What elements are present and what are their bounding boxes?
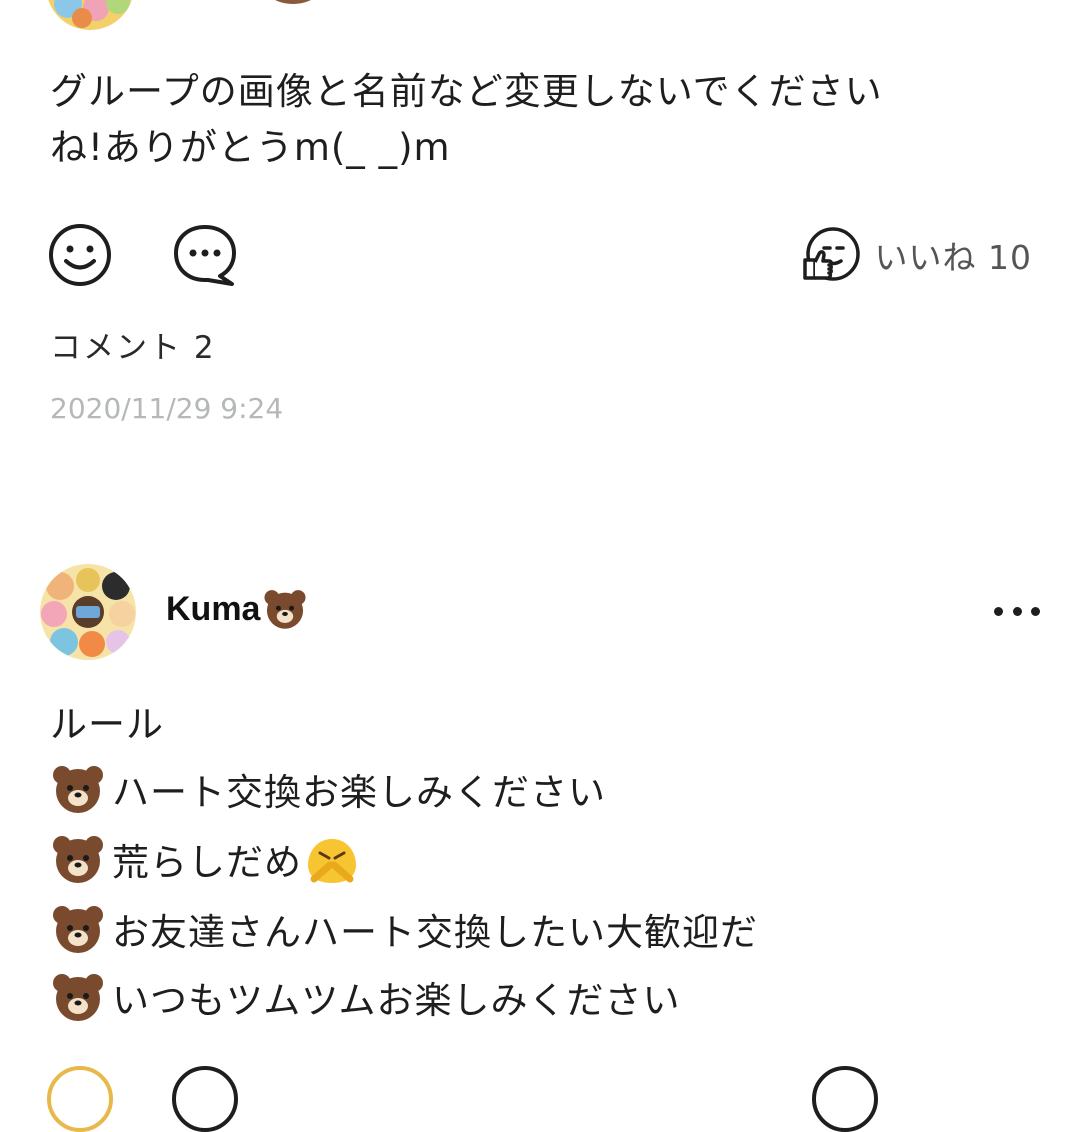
more-dot	[1031, 606, 1040, 616]
thumbs-up-face-icon	[802, 227, 860, 281]
rule-text: お友達さんハート交換したい大歓迎だ	[112, 911, 758, 954]
post2-username: Kuma	[166, 589, 261, 628]
post2-rules-title: ルール	[50, 703, 164, 746]
react-button[interactable]	[47, 222, 113, 288]
brown-bear-emoji-icon	[264, 590, 307, 629]
post2-rule-item: 荒らしだめ	[50, 828, 360, 890]
post2-more-button[interactable]	[994, 596, 1040, 626]
rule-text: 荒らしだめ	[112, 841, 302, 884]
post1-text-line1: グループの画像と名前など変更しないでください	[50, 70, 883, 113]
brown-bear-emoji-icon	[53, 974, 103, 1021]
rule-text: いつもツムツムお楽しみください	[112, 979, 681, 1022]
comment-count-link[interactable]: コメント 2	[50, 322, 216, 367]
post1-text-line2: ね!ありがとうm(_ _)m	[50, 126, 451, 169]
brown-bear-emoji-icon	[53, 906, 103, 953]
post1-username-partial	[270, 0, 316, 4]
comment-bubble-icon	[174, 225, 236, 286]
post2-rule-item: いつもツムツムお楽しみください	[50, 966, 681, 1028]
angry-face-emoji-icon	[308, 839, 356, 883]
post2-rule-item: ハート交換お楽しみください	[50, 758, 606, 820]
more-dot	[1012, 606, 1022, 616]
post1-timestamp: 2020/11/29 9:24	[50, 392, 284, 425]
post2-author[interactable]: Kuma	[166, 586, 308, 632]
more-dot	[994, 606, 1003, 616]
post2-comment-button-partial[interactable]	[172, 1066, 238, 1132]
post2-rule-item: お友達さんハート交換したい大歓迎だ	[50, 898, 758, 960]
post2-like-button-partial[interactable]	[812, 1066, 878, 1132]
like-count: いいね 10	[874, 238, 1032, 277]
comment-button[interactable]	[172, 222, 238, 288]
brown-bear-emoji-icon	[53, 766, 103, 813]
post2-react-button-partial[interactable]	[47, 1066, 113, 1132]
post1-text: グループの画像と名前など変更しないでください ね!ありがとうm(_ _)m	[50, 64, 883, 176]
brown-bear-emoji-icon	[53, 836, 103, 883]
smile-reaction-icon	[49, 224, 111, 286]
rule-text: ハート交換お楽しみください	[112, 771, 606, 814]
post1-avatar[interactable]	[46, 0, 134, 30]
post2-avatar[interactable]	[40, 564, 136, 660]
like-button[interactable]: いいね 10	[799, 222, 1032, 288]
